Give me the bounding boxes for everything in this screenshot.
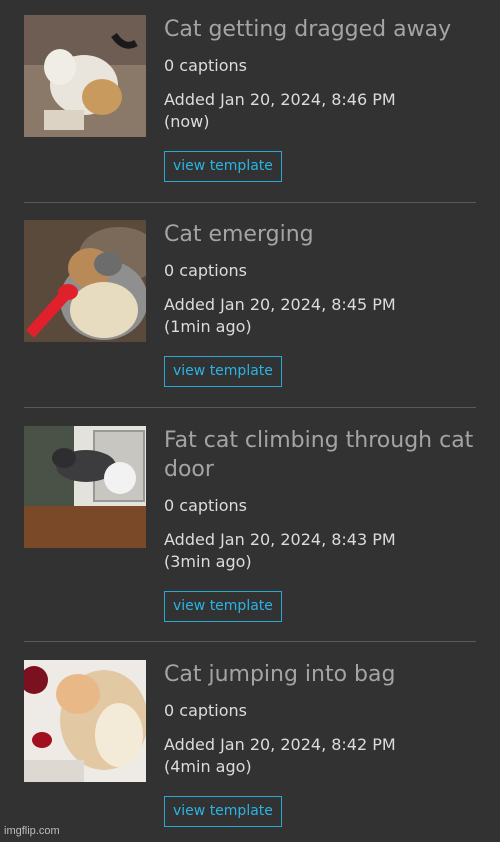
view-template-button[interactable]: view template	[164, 591, 282, 622]
view-template-button[interactable]: view template	[164, 151, 282, 182]
template-thumbnail[interactable]	[24, 15, 146, 137]
added-timestamp: Added Jan 20, 2024, 8:45 PM	[164, 295, 396, 314]
added-relative: (3min ago)	[164, 552, 252, 571]
added-timestamp: Added Jan 20, 2024, 8:43 PM	[164, 530, 396, 549]
template-title[interactable]: Cat jumping into bag	[164, 660, 476, 689]
template-title[interactable]: Fat cat climbing through cat door	[164, 426, 476, 484]
added-date: Added Jan 20, 2024, 8:45 PM (1min ago)	[164, 294, 476, 338]
template-list-page: Cat getting dragged away 0 captions Adde…	[0, 0, 500, 842]
added-timestamp: Added Jan 20, 2024, 8:42 PM	[164, 735, 396, 754]
divider	[24, 641, 476, 642]
template-info: Cat getting dragged away 0 captions Adde…	[164, 15, 476, 182]
caption-count: 0 captions	[164, 496, 248, 515]
template-info: Cat emerging 0 captions Added Jan 20, 20…	[164, 220, 476, 387]
added-relative: (now)	[164, 112, 210, 131]
divider	[24, 407, 476, 408]
divider	[24, 202, 476, 203]
caption-count: 0 captions	[164, 261, 248, 280]
template-title[interactable]: Cat emerging	[164, 220, 476, 249]
added-date: Added Jan 20, 2024, 8:46 PM (now)	[164, 89, 476, 133]
added-date: Added Jan 20, 2024, 8:43 PM (3min ago)	[164, 529, 476, 573]
added-relative: (1min ago)	[164, 317, 252, 336]
added-relative: (4min ago)	[164, 757, 252, 776]
view-template-button[interactable]: view template	[164, 796, 282, 827]
template-info: Fat cat climbing through cat door 0 capt…	[164, 426, 476, 622]
view-template-button[interactable]: view template	[164, 356, 282, 387]
template-thumbnail[interactable]	[24, 660, 146, 782]
template-info: Cat jumping into bag 0 captions Added Ja…	[164, 660, 476, 827]
template-thumbnail[interactable]	[24, 220, 146, 342]
template-title[interactable]: Cat getting dragged away	[164, 15, 476, 44]
added-date: Added Jan 20, 2024, 8:42 PM (4min ago)	[164, 734, 476, 778]
caption-count: 0 captions	[164, 701, 248, 720]
caption-count: 0 captions	[164, 56, 248, 75]
added-timestamp: Added Jan 20, 2024, 8:46 PM	[164, 90, 396, 109]
imgflip-watermark: imgflip.com	[4, 825, 60, 837]
template-thumbnail[interactable]	[24, 426, 146, 548]
